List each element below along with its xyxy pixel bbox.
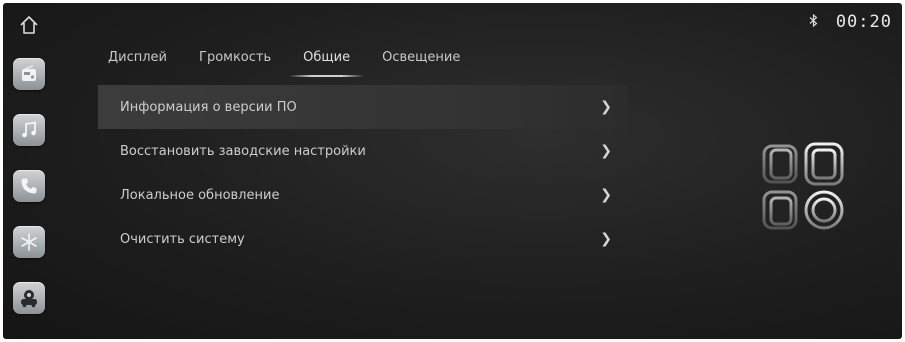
chevron-right-icon: ❯ [600, 231, 612, 247]
menu-item-label: Информация о версии ПО [120, 99, 297, 115]
dock-radio[interactable] [13, 58, 45, 90]
phone-icon [21, 178, 37, 194]
tab-lighting[interactable]: Освещение [380, 50, 462, 72]
tab-display[interactable]: Дисплей [106, 50, 169, 72]
home-icon [20, 16, 38, 34]
dock-vehicle[interactable] [13, 282, 45, 314]
clock: 00:20 [835, 12, 892, 32]
status-bar: 00:20 [809, 12, 892, 32]
car-settings-icon [21, 290, 37, 308]
menu-item-label: Очистить систему [120, 231, 245, 247]
settings-screen: 00:20 Дисплей Громкость Общие Освещение … [3, 3, 902, 339]
chevron-right-icon: ❯ [600, 187, 612, 203]
bluetooth-icon [809, 13, 818, 31]
dock-music[interactable] [13, 114, 45, 146]
snowflake-icon [21, 233, 37, 251]
radio-icon [22, 65, 36, 81]
general-settings-icon [762, 142, 844, 230]
chevron-right-icon: ❯ [600, 99, 612, 115]
app-dock [13, 58, 47, 314]
music-note-icon [22, 121, 36, 138]
menu-item-local-update[interactable]: Локальное обновление ❯ [98, 173, 628, 217]
settings-menu: Информация о версии ПО ❯ Восстановить за… [98, 85, 628, 261]
tab-volume[interactable]: Громкость [197, 50, 273, 72]
home-button[interactable] [17, 13, 41, 37]
dock-climate[interactable] [13, 226, 45, 258]
menu-item-label: Восстановить заводские настройки [120, 143, 366, 159]
chevron-right-icon: ❯ [600, 143, 612, 159]
menu-item-clear-system[interactable]: Очистить систему ❯ [98, 217, 628, 261]
tab-general[interactable]: Общие [289, 50, 365, 77]
menu-item-label: Локальное обновление [120, 187, 280, 203]
menu-item-factory-reset[interactable]: Восстановить заводские настройки ❯ [98, 129, 628, 173]
menu-item-software-version[interactable]: Информация о версии ПО ❯ [98, 85, 628, 129]
settings-tabs: Дисплей Громкость Общие Освещение [106, 50, 462, 77]
dock-phone[interactable] [13, 170, 45, 202]
